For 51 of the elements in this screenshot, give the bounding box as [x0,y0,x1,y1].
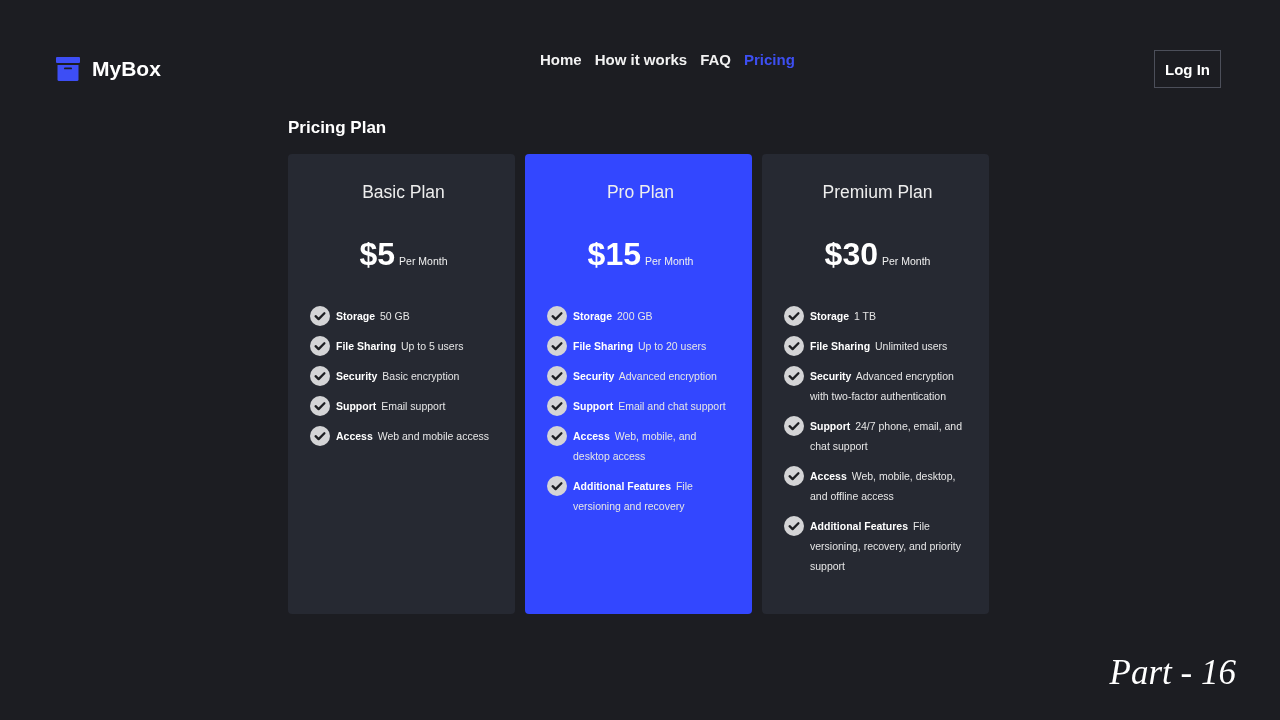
nav-link[interactable]: FAQ [700,50,731,70]
plan-price: $30 [824,235,878,273]
feature-text: File Sharing Up to 5 users [336,339,464,354]
check-icon [547,366,567,386]
feature-text: Additional Features File versioning, recovery, and priority support [810,519,962,574]
check-icon [310,336,330,356]
section-title: Pricing Plan [288,117,388,139]
feature-text: Storage 200 GB [573,309,653,324]
feature-text: Security Basic encryption [336,369,460,384]
feature-text: Access Web, mobile, desktop, and offline access [810,469,957,504]
check-icon [784,516,804,536]
nav-link[interactable]: Home [539,50,582,70]
feature-text: Support Email support [336,399,446,414]
login-button[interactable]: Log In [1154,50,1221,88]
box-icon [56,57,80,81]
feature-text: File Sharing Up to 20 users [573,339,707,354]
feature-text: Access Web and mobile access [336,429,489,444]
plan-price: $5 [359,235,396,273]
plan-price: $15 [587,235,641,273]
check-icon [547,396,567,416]
check-icon [784,466,804,486]
feature-text: Security Advanced encryption [573,369,717,384]
check-icon [547,426,567,446]
plan-name: Pro Plan [605,181,676,204]
price-period: Per Month [399,255,448,267]
nav-link[interactable]: How it works [594,50,688,70]
price-period: Per Month [644,255,694,267]
feature-text: Support 24/7 phone, email, and chat support [810,419,963,454]
feature-text: Storage 1 TB [810,309,876,324]
price-period: Per Month [881,255,931,267]
check-icon [547,306,567,326]
check-icon [784,306,804,326]
feature-text: Security Advanced encryption with two-factor authentication [810,369,955,404]
check-icon [784,366,804,386]
check-icon [310,426,330,446]
check-icon [784,336,804,356]
check-icon [547,336,567,356]
brand-name: MyBox [92,57,161,81]
plan-name: Premium Plan [821,181,934,204]
feature-text: Access Web, mobile, and desktop access [573,429,698,464]
check-icon [784,416,804,436]
check-icon [310,366,330,386]
feature-text: Storage 50 GB [336,309,410,324]
plan-name: Basic Plan [361,181,446,204]
check-icon [547,476,567,496]
overlay-caption: Part - 16 [1109,652,1236,694]
feature-text: File Sharing Unlimited users [810,339,948,354]
check-icon [310,306,330,326]
feature-text: Support Email and chat support [573,399,726,414]
feature-text: Additional Features File versioning and recovery [573,479,694,514]
check-icon [310,396,330,416]
